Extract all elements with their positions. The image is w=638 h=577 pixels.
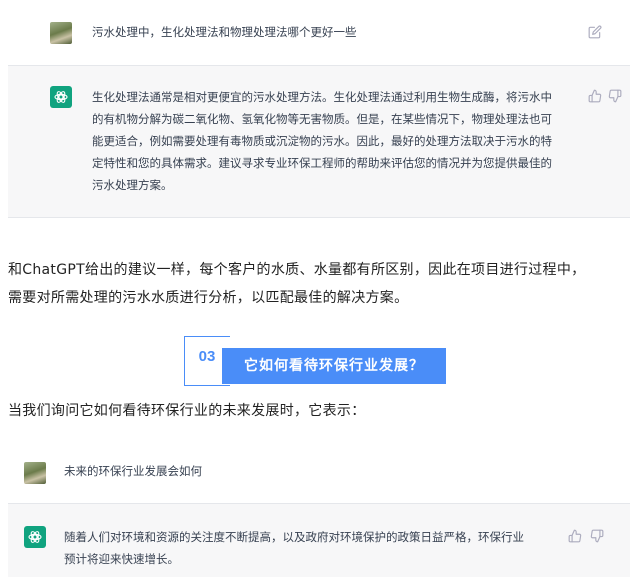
user-avatar bbox=[50, 22, 72, 44]
edit-icon[interactable] bbox=[588, 24, 602, 39]
message-line: 能更适合，例如需要处理有毒物质或沉淀物的污水。因此，最好的处理方法取决于污水的特 bbox=[92, 134, 552, 148]
article-paragraph-1: 和ChatGPT给出的建议一样，每个客户的水质、水量都有所区别，因此在项目进行过… bbox=[8, 256, 632, 312]
assistant-message-text: 生化处理法通常是相对更便宜的污水处理方法。生化处理法通过利用生物生成酶，将污水中… bbox=[92, 86, 582, 196]
message-line: 随着人们对环境和资源的关注度不断提高，以及政府对环境保护的政策日益严格，环保行业 bbox=[64, 530, 524, 544]
user-message-text: 未来的环保行业发展会如何 bbox=[64, 464, 202, 478]
user-message-text: 污水处理中，生化处理法和物理处理法哪个更好一些 bbox=[92, 25, 357, 39]
article-paragraph-2: 当我们询问它如何看待环保行业的未来发展时，它表示： bbox=[8, 403, 366, 419]
message-line: 污水处理方案。 bbox=[92, 178, 173, 192]
assistant-message-row-1: 生化处理法通常是相对更便宜的污水处理方法。生化处理法通过利用生物生成酶，将污水中… bbox=[8, 66, 630, 218]
user-message-row-1: 污水处理中，生化处理法和物理处理法哪个更好一些 bbox=[8, 0, 630, 66]
message-line: 的有机物分解为碳二氧化物、氢氧化物等无害物质。但是，在某些情况下，物理处理法也可 bbox=[92, 112, 552, 126]
user-message-row-2: 未来的环保行业发展会如何 bbox=[8, 442, 630, 504]
section-title: 它如何看待环保行业发展？ bbox=[222, 348, 446, 384]
assistant-message-row-2: 随着人们对环境和资源的关注度不断提高，以及政府对环境保护的政策日益严格，环保行业… bbox=[8, 504, 630, 577]
thumbs-up-icon[interactable] bbox=[588, 88, 602, 103]
openai-logo-icon bbox=[24, 526, 46, 548]
thumbs-up-icon[interactable] bbox=[568, 528, 582, 543]
paragraph-line: 和ChatGPT给出的建议一样，每个客户的水质、水量都有所区别，因此在项目进行过… bbox=[8, 262, 586, 278]
assistant-message-text: 随着人们对环境和资源的关注度不断提高，以及政府对环境保护的政策日益严格，环保行业… bbox=[64, 526, 564, 570]
message-line: 定特性和您的具体需求。建议寻求专业环保工程师的帮助来评估您的情况并为您提供最佳的 bbox=[92, 156, 552, 170]
openai-logo-icon bbox=[50, 86, 72, 108]
user-avatar bbox=[24, 462, 46, 484]
message-line: 预计将迎来快速增长。 bbox=[64, 552, 179, 566]
message-line: 生化处理法通常是相对更便宜的污水处理方法。生化处理法通过利用生物生成酶，将污水中 bbox=[92, 90, 552, 104]
section-header: 03 它如何看待环保行业发展？ bbox=[184, 336, 446, 386]
thumbs-down-icon[interactable] bbox=[608, 88, 622, 103]
thumbs-down-icon[interactable] bbox=[590, 528, 604, 543]
paragraph-line: 需要对所需处理的污水水质进行分析，以匹配最佳的解决方案。 bbox=[8, 290, 409, 306]
